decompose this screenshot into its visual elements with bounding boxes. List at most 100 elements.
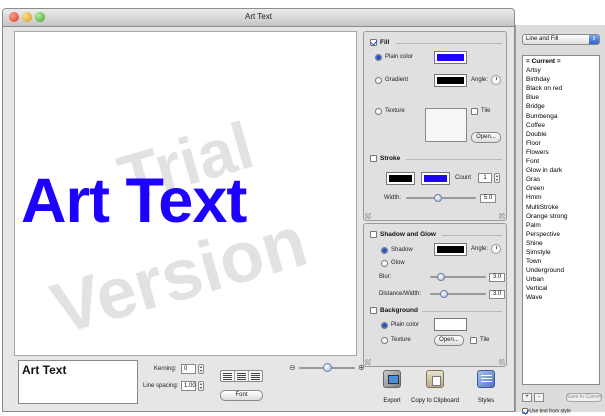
stroke-width-slider[interactable] [406,194,476,203]
style-list-item[interactable]: Gras [523,175,599,184]
background-open-button[interactable]: Open... [434,335,464,346]
panel-grip-icon [365,213,371,219]
distance-width-slider[interactable] [430,290,486,299]
blur-value[interactable]: 3.0 [489,273,505,282]
preview-canvas[interactable]: Trial Version Art Text [14,31,357,356]
distance-width-label: Distance/Width: [379,291,422,297]
style-list-item[interactable]: MultiStroke [523,203,599,212]
blur-slider[interactable] [430,273,486,282]
style-list[interactable]: = Current = Artsy Birthday Black on red Blue… [522,55,600,385]
line-spacing-stepper[interactable]: ▴ ▾ [198,381,204,391]
zoom-out-icon[interactable]: ⊖ [289,363,296,372]
style-list-item[interactable]: Bumbenga [523,112,599,121]
fill-open-button[interactable]: Open... [471,132,501,143]
glow-label: Glow [391,260,405,266]
style-list-item[interactable]: Artsy [523,66,599,75]
kerning-label: Kerning: [154,366,177,372]
align-center-button[interactable] [235,371,249,381]
style-list-item[interactable]: Hmm [523,193,599,202]
panel-resize-icon[interactable] [499,213,505,219]
style-list-item-current[interactable]: = Current = [523,57,599,66]
stroke-color1-well[interactable] [386,172,415,185]
blur-slider-knob[interactable] [437,273,445,281]
fill-plain-color-well[interactable] [434,51,467,64]
kerning-stepper[interactable]: ▴ ▾ [198,364,204,374]
stroke-count-stepper[interactable]: ▴ ▾ [494,173,500,183]
stroke-count-field[interactable]: 1 [478,173,492,183]
style-category-select[interactable]: Line and Fill ⇕ [522,34,600,45]
shadow-color-well[interactable] [434,243,467,256]
style-list-item[interactable]: Simstyle [523,248,599,257]
style-list-item[interactable]: Green [523,184,599,193]
style-category-value: Line and Fill [526,36,559,42]
alignment-buttons [220,370,263,382]
style-list-item[interactable]: Glow in dark [523,166,599,175]
zoom-control: ⊖ ⊕ [289,363,369,373]
add-style-button[interactable]: + [522,393,532,402]
fill-tile-checkbox[interactable] [471,108,478,115]
align-right-button[interactable] [249,371,262,381]
distance-width-value[interactable]: 3.0 [489,290,505,299]
styles-button[interactable]: Styles [467,369,505,411]
fill-stroke-panel: Fill Plain color Gradient Angle: Texture… [363,31,507,221]
distance-slider-knob[interactable] [440,290,448,298]
style-list-item[interactable]: Urban [523,275,599,284]
style-list-item[interactable]: Floor [523,139,599,148]
style-list-item[interactable]: Blue [523,93,599,102]
stroke-count-label: Count [455,175,472,181]
shadow-angle-dial[interactable] [491,244,501,254]
line-spacing-field[interactable]: 1.00 [181,381,196,391]
fill-divider [396,43,502,44]
style-list-item[interactable]: Shine [523,239,599,248]
fill-checkbox[interactable] [370,39,377,46]
stroke-width-knob[interactable] [434,194,442,202]
background-color-well[interactable] [434,318,467,331]
background-texture-radio[interactable] [381,337,388,344]
remove-style-button[interactable]: - [534,393,544,402]
style-list-item[interactable]: Double [523,130,599,139]
font-button[interactable]: Font [220,390,263,401]
stroke-checkbox[interactable] [370,155,377,162]
style-list-item[interactable]: Vertical [523,284,599,293]
fill-texture-radio[interactable] [375,108,382,115]
style-list-item[interactable]: Bridge [523,102,599,111]
background-plain-color-radio[interactable] [381,322,388,329]
background-checkbox[interactable] [370,307,377,314]
kerning-field[interactable]: 0 [181,364,196,374]
fill-plain-color-radio[interactable] [375,54,382,61]
panel-resize-icon[interactable] [499,359,505,365]
style-list-item[interactable]: Palm [523,221,599,230]
fill-angle-dial[interactable] [491,75,501,85]
align-left-button[interactable] [221,371,235,381]
fill-texture-preview[interactable] [425,108,467,142]
style-list-item[interactable]: Font [523,157,599,166]
title-bar[interactable]: Art Text [3,9,514,27]
glow-radio[interactable] [381,260,388,267]
stroke-width-value[interactable]: 5.0 [480,194,496,203]
align-right-icon [251,372,260,380]
style-list-item[interactable]: Coffee [523,121,599,130]
zoom-slider-knob[interactable] [323,363,332,372]
fill-plain-color-swatch [437,54,464,61]
style-list-item[interactable]: Wave [523,293,599,302]
style-list-item[interactable]: Underground [523,266,599,275]
style-list-item[interactable]: Black on red [523,84,599,93]
style-list-item[interactable]: Orange strong [523,212,599,221]
style-list-item[interactable]: Perspective [523,230,599,239]
background-tile-checkbox[interactable] [470,337,477,344]
shadow-color-swatch [437,246,464,253]
shadow-glow-checkbox[interactable] [370,231,377,238]
copy-to-clipboard-button[interactable]: Copy to Clipboard [410,369,460,411]
fill-gradient-color-well[interactable] [434,74,467,87]
stroke-color2-well[interactable] [421,172,450,185]
text-entry-field[interactable]: Art Text [18,360,138,404]
line-spacing-label: Line spacing: [143,383,179,389]
use-text-from-style-label: Use text from style [529,408,571,415]
save-to-current-button[interactable]: Save to Current [566,393,602,402]
use-text-from-style-checkbox[interactable] [522,408,528,414]
style-list-item[interactable]: Birthday [523,75,599,84]
shadow-radio[interactable] [381,247,388,254]
style-list-item[interactable]: Town [523,257,599,266]
fill-gradient-radio[interactable] [375,77,382,84]
style-list-item[interactable]: Flowers [523,148,599,157]
